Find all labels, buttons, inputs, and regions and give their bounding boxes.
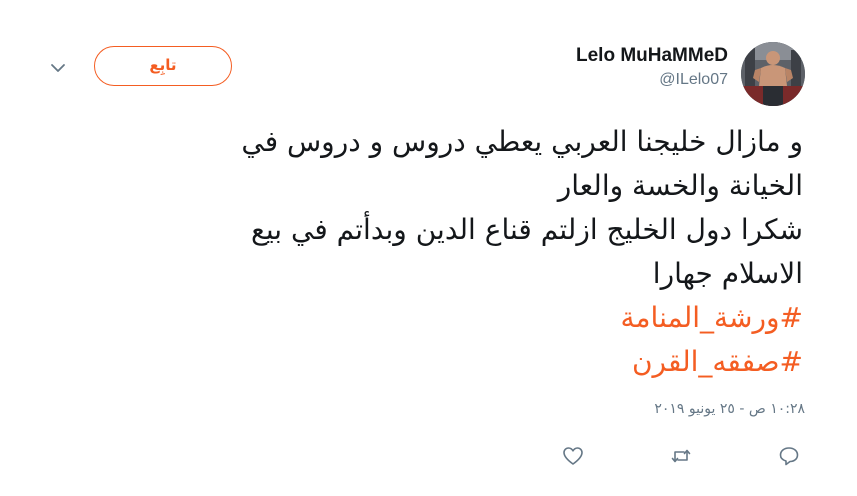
tweet-author[interactable]: Lelo MuHaMMeD @ILelo07: [576, 43, 728, 91]
tweet-text-line: الاسلام جهارا: [652, 257, 803, 290]
hashtag-link[interactable]: #ورشة_المنامة: [63, 296, 803, 340]
tweet-card: Lelo MuHaMMeD @ILelo07 تابِع و مازال خلي…: [0, 0, 857, 496]
avatar[interactable]: [741, 42, 805, 106]
chevron-down-icon[interactable]: [48, 60, 68, 74]
follow-button[interactable]: تابِع: [94, 46, 232, 86]
user-handle[interactable]: @ILelo07: [576, 69, 728, 91]
retweet-icon[interactable]: [669, 444, 693, 468]
hashtag-link[interactable]: #صفقه_القرن: [63, 340, 803, 384]
tweet-text-line: شكرا دول الخليج ازلتم قناع الدين وبدأتم …: [250, 213, 803, 246]
tweet-text-line: و مازال خليجنا العربي يعطي دروس و دروس ف…: [241, 125, 803, 158]
tweet-timestamp[interactable]: ١٠:٢٨ ص - ٢٥ يونيو ٢٠١٩: [654, 399, 805, 419]
tweet-text: و مازال خليجنا العربي يعطي دروس و دروس ف…: [63, 120, 803, 384]
reply-icon[interactable]: [777, 444, 801, 468]
tweet-text-line: الخيانة والخسة والعار: [557, 169, 803, 202]
heart-icon[interactable]: [561, 444, 585, 468]
display-name[interactable]: Lelo MuHaMMeD: [576, 43, 728, 69]
